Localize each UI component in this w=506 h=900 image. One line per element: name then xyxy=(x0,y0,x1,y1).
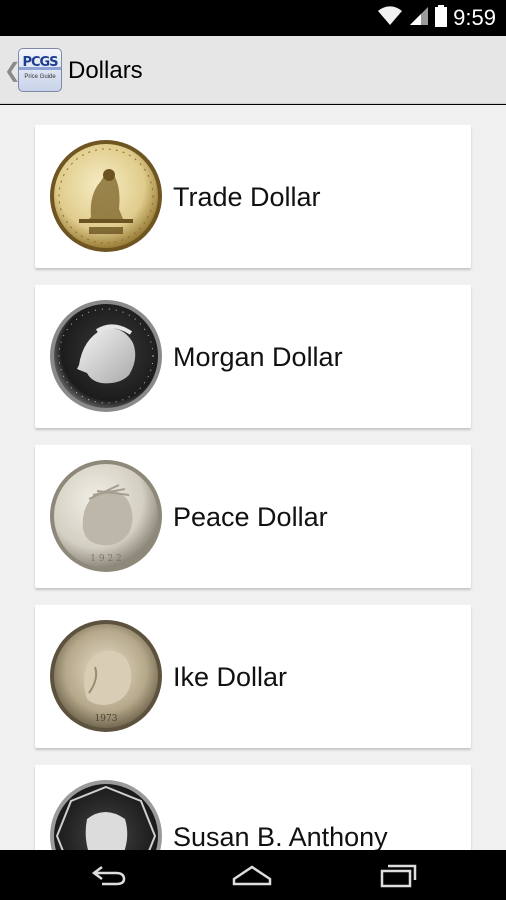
coin-label: Morgan Dollar xyxy=(173,342,343,372)
home-icon[interactable] xyxy=(222,860,282,890)
morgan-dollar-coin xyxy=(49,299,163,413)
list-item-ike-dollar[interactable]: 1973 Ike Dollar xyxy=(35,605,471,748)
cell-signal-icon xyxy=(409,6,429,31)
system-nav-bar xyxy=(0,850,506,900)
list-item-susan-b-anthony[interactable]: Susan B. Anthony xyxy=(35,765,471,850)
susan-b-anthony-dollar-coin xyxy=(49,779,163,850)
coin-label: Peace Dollar xyxy=(173,502,328,532)
pcgs-app-icon[interactable]: PCGS Price Guide xyxy=(18,48,62,92)
coin-label: Trade Dollar xyxy=(173,182,321,212)
list-item-peace-dollar[interactable]: 1 9 2 2 Peace Dollar xyxy=(35,445,471,588)
wifi-icon xyxy=(377,5,403,31)
action-bar: ❮ PCGS Price Guide Dollars xyxy=(0,36,506,104)
list-item-trade-dollar[interactable]: Trade Dollar xyxy=(35,125,471,268)
svg-text:1 9 2 2: 1 9 2 2 xyxy=(90,554,122,564)
coin-label: Ike Dollar xyxy=(173,662,288,692)
battery-icon xyxy=(435,4,448,32)
ike-dollar-coin: 1973 xyxy=(49,619,163,733)
back-icon[interactable] xyxy=(78,860,138,890)
status-bar: 9:59 xyxy=(0,0,506,36)
app-icon-subtitle: Price Guide xyxy=(24,74,56,80)
svg-text:1973: 1973 xyxy=(95,714,118,724)
page-title: Dollars xyxy=(68,57,143,84)
coin-list[interactable]: Trade Dollar Morgan Dollar 1 9 2 2 Peace… xyxy=(0,105,506,850)
peace-dollar-coin: 1 9 2 2 xyxy=(49,459,163,573)
recent-apps-icon[interactable] xyxy=(368,860,428,890)
status-time: 9:59 xyxy=(453,5,496,30)
app-icon-logo: PCGS xyxy=(22,55,58,70)
coin-label: Susan B. Anthony xyxy=(173,822,388,850)
status-icons: 9:59 xyxy=(377,0,496,36)
list-item-morgan-dollar[interactable]: Morgan Dollar xyxy=(35,285,471,428)
trade-dollar-coin xyxy=(49,139,163,253)
